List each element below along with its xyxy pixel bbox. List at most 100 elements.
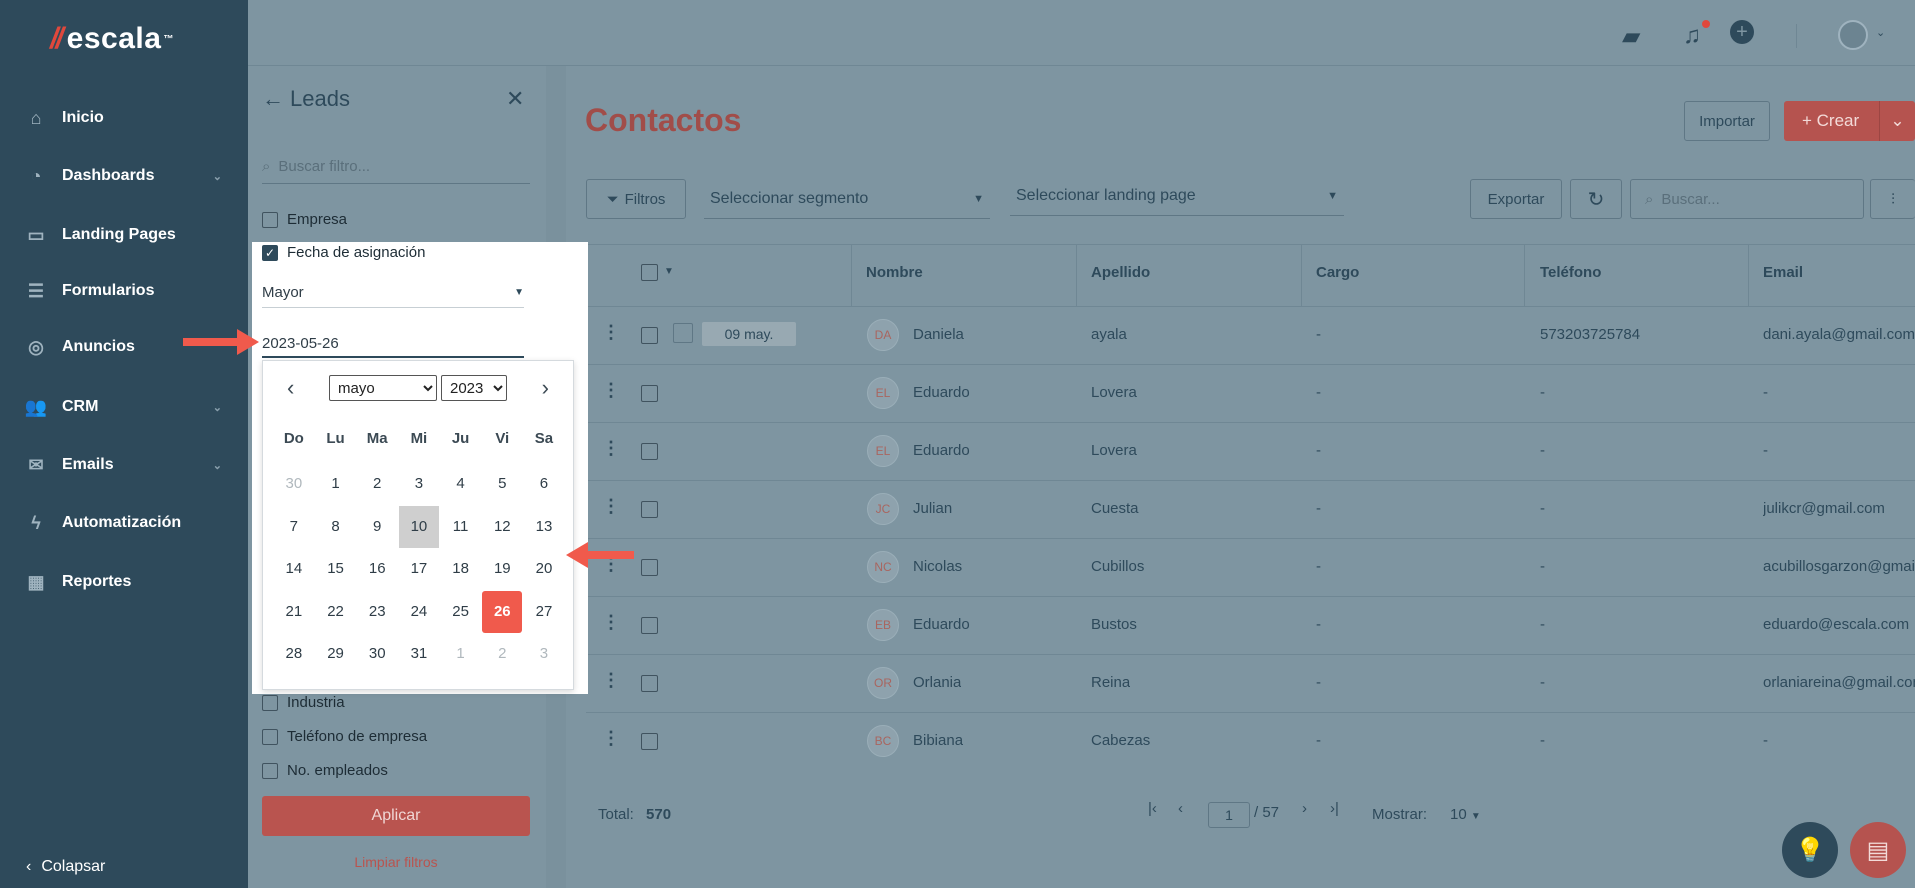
calendar-day[interactable]: 19 xyxy=(481,548,523,591)
checkbox[interactable] xyxy=(262,694,278,711)
add-circle-icon[interactable]: + xyxy=(1730,20,1754,44)
page-size-select[interactable]: 10 ▼ xyxy=(1450,806,1481,823)
cell-email[interactable]: eduardo@escala.com xyxy=(1763,616,1915,633)
back-arrow-icon[interactable]: ← xyxy=(262,86,284,112)
calendar-day[interactable]: 20 xyxy=(523,548,565,591)
filter-industria[interactable]: Industria xyxy=(262,694,345,711)
sidebar-item-landing-pages[interactable]: ▭ Landing Pages xyxy=(24,225,234,245)
create-button[interactable]: + Crear ⌄ xyxy=(1784,101,1915,141)
apply-button[interactable]: Aplicar xyxy=(262,796,530,836)
contact-search-input[interactable]: ⌕ Buscar... xyxy=(1630,179,1864,219)
calendar-day[interactable]: 5 xyxy=(481,463,523,506)
year-select[interactable]: 2023 xyxy=(441,375,507,401)
row-checkbox[interactable] xyxy=(641,733,658,750)
column-header[interactable]: Cargo xyxy=(1316,264,1359,281)
table-row[interactable] xyxy=(586,538,1915,596)
kebab-menu-icon[interactable]: ⋮ xyxy=(602,438,620,459)
calendar-day[interactable]: 11 xyxy=(440,506,482,549)
cell-email[interactable]: - xyxy=(1763,732,1915,749)
sidebar-item-inicio[interactable]: ⌂ Inicio xyxy=(24,108,234,128)
calendar-day[interactable]: 8 xyxy=(315,506,357,549)
calendar-day[interactable]: 30 xyxy=(356,633,398,676)
row-checkbox[interactable] xyxy=(641,675,658,692)
select-all-checkbox[interactable] xyxy=(641,264,658,281)
calendar-day[interactable]: 2 xyxy=(356,463,398,506)
close-icon[interactable]: ✕ xyxy=(506,86,524,112)
last-page-icon[interactable]: ›| xyxy=(1330,800,1339,817)
date-input[interactable]: 2023-05-26 xyxy=(262,330,524,358)
caret-down-icon[interactable]: ▼ xyxy=(664,266,674,277)
cell-email[interactable]: - xyxy=(1763,384,1915,401)
kebab-menu-icon[interactable]: ⋮ xyxy=(602,670,620,691)
sidebar-item-dashboards[interactable]: ◔ Dashboards ⌄ xyxy=(24,166,234,186)
cell-email[interactable]: julikcr@gmail.com xyxy=(1763,500,1915,517)
calendar-day[interactable]: 6 xyxy=(523,463,565,506)
chevron-down-icon[interactable]: ⌄ xyxy=(213,170,222,183)
calendar-day-today[interactable]: 10 xyxy=(398,505,440,549)
calendar-day[interactable]: 21 xyxy=(273,591,315,634)
sidebar-item-automatización[interactable]: ϟ Automatización xyxy=(24,513,234,533)
table-row[interactable] xyxy=(586,422,1915,480)
calendar-day[interactable]: 1 xyxy=(315,463,357,506)
chevron-down-icon[interactable]: ⌄ xyxy=(213,459,222,472)
sidebar-item-crm[interactable]: 👥 CRM ⌄ xyxy=(24,397,234,417)
import-button[interactable]: Importar xyxy=(1684,101,1770,141)
kebab-menu-icon[interactable]: ⋮ xyxy=(602,496,620,517)
calendar-day-selected[interactable]: 26 xyxy=(481,590,523,634)
calendar-day[interactable]: 13 xyxy=(523,506,565,549)
first-page-icon[interactable]: |‹ xyxy=(1148,800,1157,817)
calendar-day[interactable]: 9 xyxy=(356,506,398,549)
cell-email[interactable]: - xyxy=(1763,442,1915,459)
column-header[interactable]: Apellido xyxy=(1091,264,1150,281)
calendar-day[interactable]: 23 xyxy=(356,591,398,634)
cell-email[interactable]: orlaniareina@gmail.com xyxy=(1763,674,1915,691)
cell-email[interactable]: acubillosgarzon@gmail.com xyxy=(1763,558,1915,575)
bell-icon[interactable]: ♫ xyxy=(1683,22,1701,50)
chevron-down-icon[interactable]: ⌄ xyxy=(213,401,222,414)
calendar-day[interactable]: 25 xyxy=(440,591,482,634)
filter-fecha-asignacion[interactable]: ✓ Fecha de asignación xyxy=(262,244,425,261)
filter-telefono-empresa[interactable]: Teléfono de empresa xyxy=(262,728,427,745)
next-month-icon[interactable]: › xyxy=(542,375,549,401)
column-settings-icon[interactable]: ⫶ xyxy=(1870,179,1915,219)
calendar-day[interactable]: 16 xyxy=(356,548,398,591)
kebab-menu-icon[interactable]: ⋮ xyxy=(602,728,620,749)
collapse-button[interactable]: ‹ Colapsar xyxy=(26,858,105,876)
kebab-menu-icon[interactable]: ⋮ xyxy=(602,380,620,401)
prev-page-icon[interactable]: ‹ xyxy=(1178,800,1183,817)
row-checkbox[interactable] xyxy=(641,559,658,576)
chat-support-icon[interactable]: ▤ xyxy=(1850,822,1906,878)
brand-logo[interactable]: // escala ™ xyxy=(50,22,174,56)
refresh-icon[interactable]: ↻ xyxy=(1570,179,1622,219)
calendar-day[interactable]: 4 xyxy=(440,463,482,506)
calendar-day[interactable]: 15 xyxy=(315,548,357,591)
calendar-day[interactable]: 14 xyxy=(273,548,315,591)
chat-icon[interactable]: ▰ xyxy=(1622,22,1640,51)
calendar-day[interactable]: 31 xyxy=(398,633,440,676)
table-row[interactable] xyxy=(586,364,1915,422)
next-page-icon[interactable]: › xyxy=(1302,800,1307,817)
segment-select[interactable]: Seleccionar segmento ▼ xyxy=(704,179,990,219)
column-header[interactable]: Nombre xyxy=(866,264,923,281)
filter-no-empleados[interactable]: No. empleados xyxy=(262,762,388,779)
calendar-day[interactable]: 24 xyxy=(398,591,440,634)
sidebar-item-formularios[interactable]: ☰ Formularios xyxy=(24,281,234,301)
calendar-day[interactable]: 7 xyxy=(273,506,315,549)
row-checkbox[interactable] xyxy=(641,443,658,460)
calendar-day[interactable]: 12 xyxy=(481,506,523,549)
user-avatar[interactable] xyxy=(1838,20,1868,50)
checkbox[interactable] xyxy=(262,211,278,228)
cell-email[interactable]: dani.ayala@gmail.com xyxy=(1763,326,1915,343)
operator-select[interactable]: Mayor ▼ xyxy=(262,278,524,308)
calendar-day[interactable]: 3 xyxy=(398,463,440,506)
calendar-day[interactable]: 27 xyxy=(523,591,565,634)
table-row[interactable] xyxy=(586,654,1915,712)
row-checkbox[interactable] xyxy=(641,385,658,402)
kebab-menu-icon[interactable]: ⋮ xyxy=(602,612,620,633)
table-row[interactable] xyxy=(586,712,1915,770)
row-checkbox[interactable] xyxy=(641,501,658,518)
table-row[interactable] xyxy=(586,596,1915,654)
calendar-day[interactable]: 30 xyxy=(273,463,315,506)
month-select[interactable]: mayo xyxy=(329,375,437,401)
calendar-day[interactable]: 2 xyxy=(481,633,523,676)
